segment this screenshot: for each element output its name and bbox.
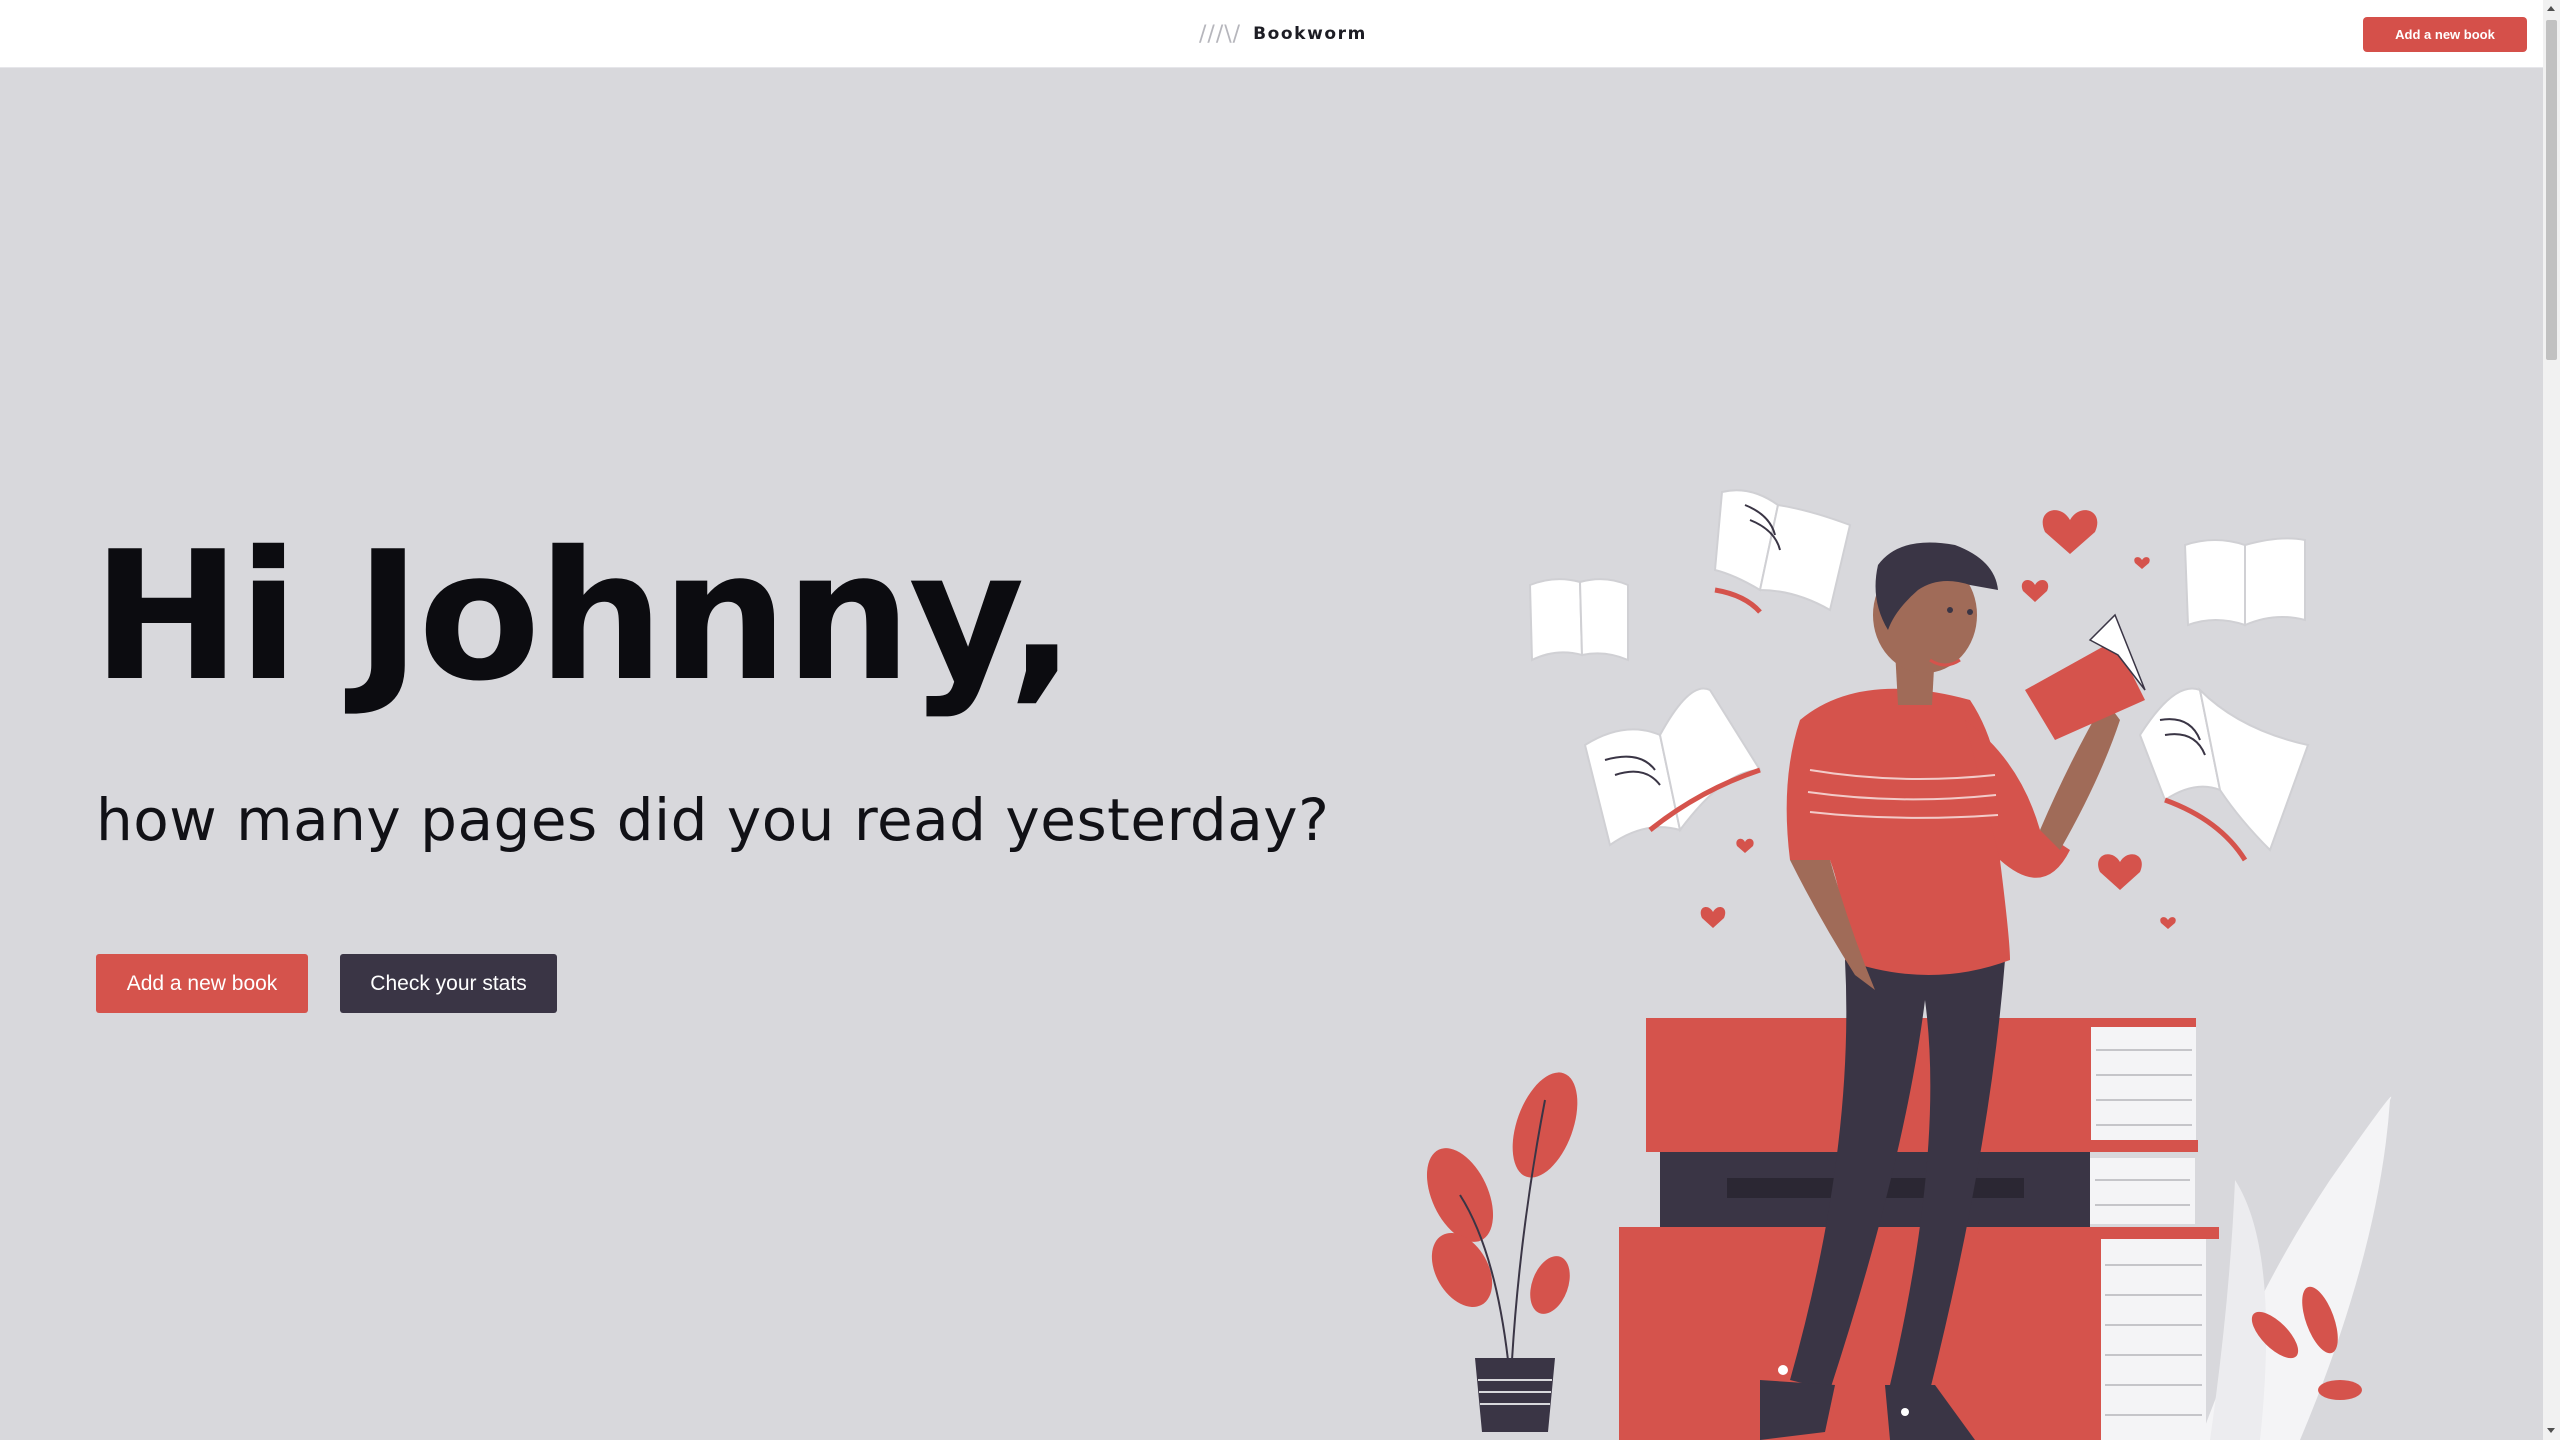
brand-logo[interactable]: ///\/ Bookworm (1199, 20, 1367, 48)
vertical-scrollbar[interactable] (2543, 0, 2560, 1440)
person-reading-illustration-icon (1426, 489, 2392, 1440)
top-nav-bar: ///\/ Bookworm Add a new book (0, 0, 2543, 68)
logo-mark-icon: ///\/ (1199, 21, 1242, 47)
header-add-book-button[interactable]: Add a new book (2363, 17, 2527, 52)
scroll-up-arrow-icon[interactable] (2547, 6, 2555, 11)
reading-question: how many pages did you read yesterday? (96, 786, 1330, 854)
add-book-button[interactable]: Add a new book (96, 954, 308, 1013)
scrollbar-thumb[interactable] (2546, 20, 2557, 360)
check-stats-button[interactable]: Check your stats (340, 954, 557, 1013)
scroll-down-arrow-icon[interactable] (2547, 1428, 2555, 1433)
brand-name: Bookworm (1253, 24, 1367, 44)
greeting-heading: Hi Johnny, (92, 513, 1075, 720)
